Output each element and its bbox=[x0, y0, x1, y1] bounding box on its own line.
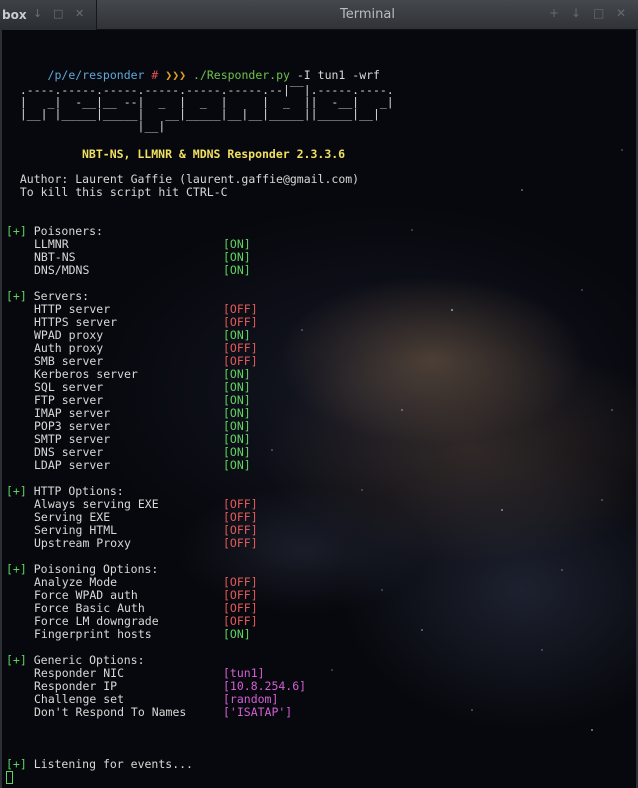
banner-title: NBT-NS, LLMNR & MDNS Responder 2.3.3.6 bbox=[82, 147, 346, 161]
plus-marker: [+] bbox=[6, 757, 27, 771]
status-value: [ON] bbox=[223, 263, 251, 277]
status-value: [ON] bbox=[223, 458, 251, 472]
close-icon[interactable]: ✕ bbox=[616, 6, 626, 20]
terminal-lines: /p/e/responder # ❯❯❯ ./Responder.py -I t… bbox=[2, 30, 636, 788]
section-title: HTTP Options: bbox=[33, 484, 124, 498]
status-value: [ON] bbox=[223, 627, 251, 641]
plus-marker: [+] bbox=[6, 653, 27, 667]
background-window-tab[interactable]: box ↓ □ ✕ bbox=[0, 0, 97, 30]
maximize-icon[interactable]: □ bbox=[593, 6, 604, 20]
option-label: DNS/MDNS bbox=[34, 263, 90, 277]
status-value: [OFF] bbox=[223, 536, 258, 550]
maximize-icon[interactable]: □ bbox=[53, 7, 63, 20]
minimize-icon[interactable]: ↓ bbox=[571, 6, 581, 20]
section-title: Servers: bbox=[33, 289, 90, 303]
terminal-cursor bbox=[6, 771, 13, 784]
section-title: Poisoning Options: bbox=[33, 562, 159, 576]
status-value: ['ISATAP'] bbox=[223, 705, 293, 719]
new-tab-icon[interactable]: + bbox=[549, 6, 559, 20]
terminal-titlebar[interactable]: Terminal + ↓ □ ✕ bbox=[97, 0, 638, 30]
terminal-output[interactable]: /p/e/responder # ❯❯❯ ./Responder.py -I t… bbox=[2, 30, 636, 788]
listening-line: [+] Listening for events... bbox=[6, 758, 193, 771]
option-label: Upstream Proxy bbox=[34, 536, 131, 550]
background-window-title: box bbox=[2, 8, 27, 22]
kill-hint-line: To kill this script hit CTRL-C bbox=[6, 185, 228, 199]
section-title: Poisoners: bbox=[33, 224, 103, 238]
minimize-icon[interactable]: ↓ bbox=[33, 7, 42, 20]
plus-marker: [+] bbox=[6, 562, 27, 576]
option-label: Fingerprint hosts bbox=[34, 627, 152, 641]
listening-text: Listening for events... bbox=[33, 757, 193, 771]
close-icon[interactable]: ✕ bbox=[75, 7, 84, 20]
option-label: LDAP server bbox=[34, 458, 111, 472]
option-label: Don't Respond To Names bbox=[34, 705, 187, 719]
ascii-art-line: |__| bbox=[6, 119, 166, 133]
plus-marker: [+] bbox=[6, 484, 27, 498]
section-title: Generic Options: bbox=[33, 653, 145, 667]
plus-marker: [+] bbox=[6, 289, 27, 303]
plus-marker: [+] bbox=[6, 224, 27, 238]
